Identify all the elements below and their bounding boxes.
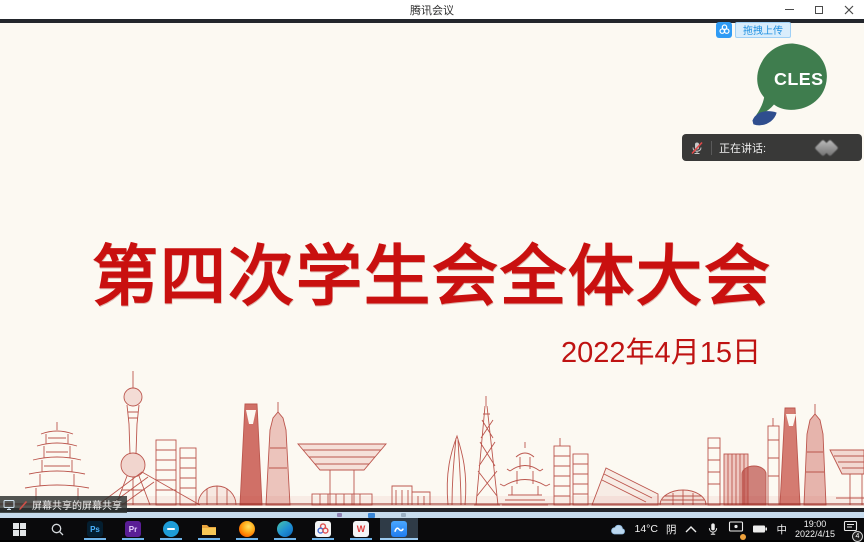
blue-circle-app-icon — [163, 521, 179, 537]
start-button[interactable] — [0, 518, 38, 540]
windows-logo-icon — [12, 522, 27, 537]
premiere-icon: Pr — [125, 521, 141, 537]
speaking-indicator-bar: 正在讲话: — [682, 134, 862, 161]
drag-upload-button[interactable]: 拖拽上传 — [716, 21, 791, 38]
window-title: 腾讯会议 — [410, 2, 454, 18]
wps-icon: W — [353, 521, 369, 537]
system-tray: 14°C 阴 中 19:00 2022/4/15 — [610, 518, 864, 540]
window-titlebar: 腾讯会议 — [0, 0, 864, 19]
speaker-name-blurred — [817, 142, 836, 154]
slide-date: 2022年4月15日 — [556, 329, 766, 371]
trefoil-app-icon — [315, 521, 331, 537]
taskbar-app-tencent-cloud[interactable] — [304, 518, 342, 540]
screen-share-banner: 屏幕共享的屏幕共享 — [0, 496, 127, 513]
edge-icon — [277, 521, 293, 537]
strip-mark — [337, 513, 342, 517]
pen-icon — [18, 499, 29, 511]
window-controls — [774, 0, 864, 19]
battery-icon[interactable] — [752, 522, 768, 536]
action-center-button[interactable]: 4 — [843, 520, 858, 539]
tray-screenshare-icon[interactable] — [728, 520, 744, 539]
taskbar-app-premiere[interactable]: Pr — [114, 518, 152, 540]
taskbar-app-firefox[interactable] — [228, 518, 266, 540]
search-icon — [50, 522, 65, 537]
taskbar-app-wps[interactable]: W — [342, 518, 380, 540]
divider — [711, 141, 712, 155]
share-banner-text: 屏幕共享的屏幕共享 — [32, 497, 122, 512]
taskbar-apps: Ps Pr — [0, 518, 418, 540]
slide-title: 第四次学生会全体大会 — [0, 223, 864, 319]
muted-mic-icon — [690, 141, 704, 155]
strip-mark — [401, 513, 406, 517]
speaking-label: 正在讲话: — [719, 140, 766, 156]
clock-date: 2022/4/15 — [795, 529, 835, 539]
weather-condition[interactable]: 阴 — [666, 522, 677, 537]
taskbar-search-button[interactable] — [38, 518, 76, 540]
tray-microphone-icon[interactable] — [706, 522, 720, 536]
hidden-icons-chevron-icon[interactable] — [684, 524, 698, 534]
shared-slide: 第四次学生会全体大会 2022年4月15日 — [0, 23, 864, 508]
upload-button-label: 拖拽上传 — [735, 22, 791, 38]
ime-indicator[interactable]: 中 — [776, 522, 787, 537]
photoshop-icon: Ps — [87, 521, 103, 537]
logo-leaf-shape — [752, 111, 776, 125]
taskbar-app-photoshop[interactable]: Ps — [76, 518, 114, 540]
clock-time: 19:00 — [804, 519, 827, 529]
close-icon — [844, 5, 854, 15]
taskbar: Ps Pr — [0, 518, 864, 540]
cles-logo: CLES — [744, 40, 838, 126]
taskbar-app-tencent-meeting[interactable] — [380, 518, 418, 540]
minimize-button[interactable] — [774, 0, 804, 19]
city-skyline-illustration — [0, 368, 864, 508]
file-explorer-icon — [201, 522, 217, 536]
taskbar-app-file-explorer[interactable] — [190, 518, 228, 540]
taskbar-app-blue-circle[interactable] — [152, 518, 190, 540]
close-button[interactable] — [834, 0, 864, 19]
monitor-icon — [3, 499, 15, 511]
cles-logo-text: CLES — [774, 69, 824, 89]
maximize-icon — [815, 6, 823, 14]
tencent-meeting-icon — [391, 521, 407, 537]
weather-temperature[interactable]: 14°C — [634, 523, 657, 535]
cloud-trefoil-icon — [716, 22, 732, 38]
maximize-button[interactable] — [804, 0, 834, 19]
notification-dot — [740, 534, 746, 540]
firefox-icon — [239, 521, 255, 537]
taskbar-app-edge[interactable] — [266, 518, 304, 540]
minimize-icon — [785, 9, 794, 11]
weather-cloud-icon — [610, 523, 626, 535]
clock[interactable]: 19:00 2022/4/15 — [795, 519, 835, 539]
